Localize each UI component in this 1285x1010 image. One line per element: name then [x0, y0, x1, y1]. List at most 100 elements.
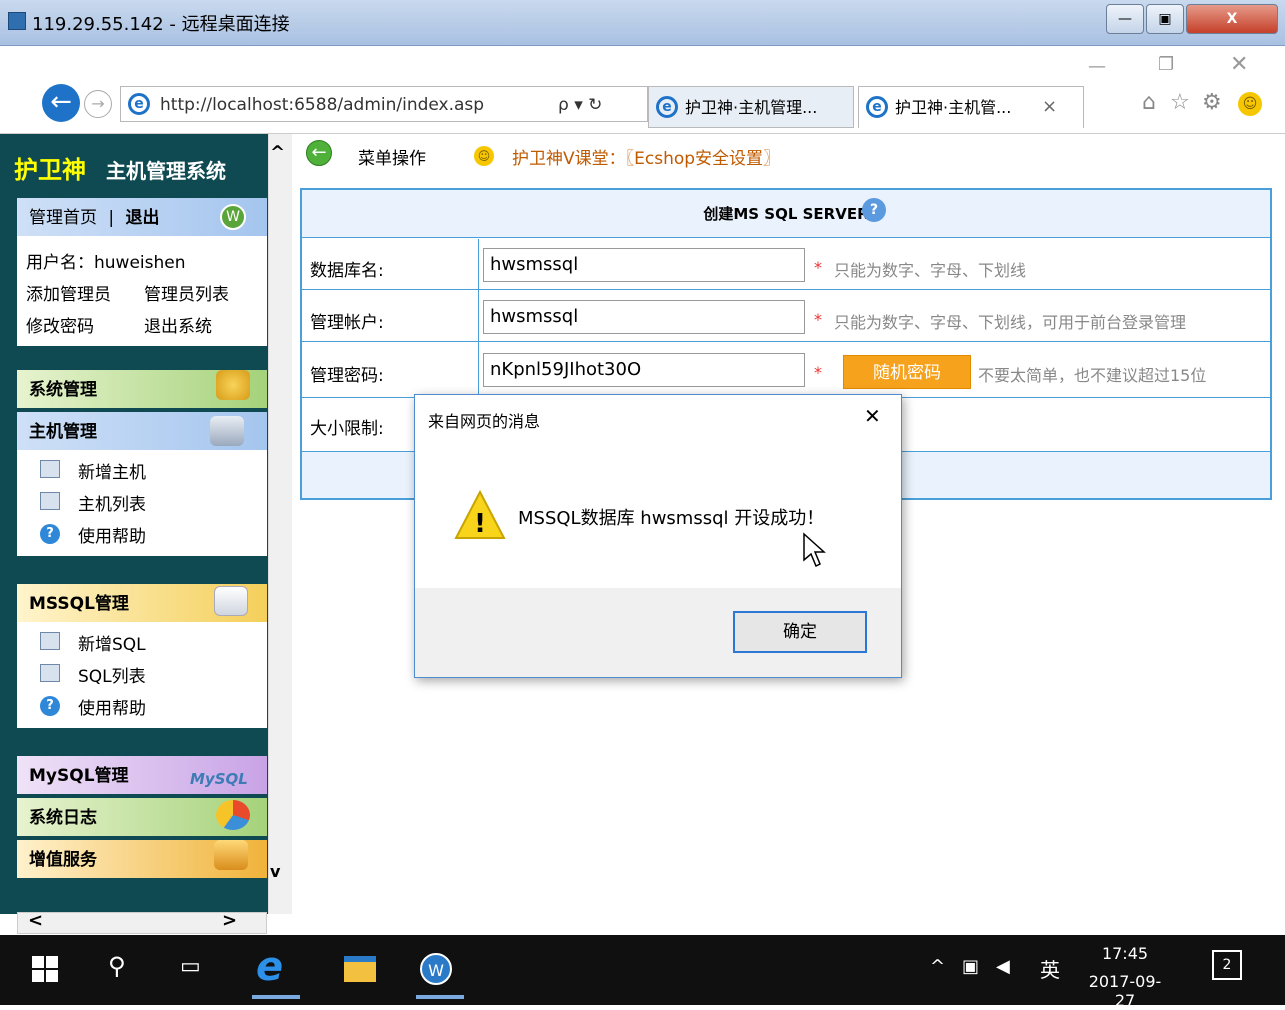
- warning-mark: !: [474, 509, 486, 539]
- tab-close-icon[interactable]: ×: [1042, 96, 1057, 117]
- clock-time[interactable]: 17:45: [1080, 944, 1170, 963]
- close-window-button[interactable]: X: [1186, 4, 1278, 34]
- search-refresh-icon[interactable]: ρ ▾ ↻: [558, 95, 602, 115]
- mysql-logo-icon: MySQL: [190, 770, 248, 788]
- active-app-indicator: [416, 995, 464, 999]
- menu-host-list[interactable]: 主机列表: [78, 490, 146, 515]
- dialog-close-icon[interactable]: ✕: [864, 404, 881, 428]
- settings-gear-icon[interactable]: ⚙: [1202, 90, 1222, 115]
- shield-logo-icon: W: [220, 204, 246, 230]
- add-admin-link[interactable]: 添加管理员: [26, 280, 111, 305]
- logout-link[interactable]: 退出: [126, 208, 160, 228]
- smiley-icon: ☺: [474, 146, 494, 166]
- ie-taskbar-icon[interactable]: e: [256, 944, 283, 990]
- link-separator: |: [108, 208, 115, 228]
- course-link[interactable]: 护卫神V课堂：〖Ecshop安全设置〗: [512, 144, 780, 169]
- notification-count: 2: [1222, 957, 1232, 973]
- ie-page-icon: e: [128, 93, 150, 115]
- menu-add-sql[interactable]: 新增SQL: [78, 630, 146, 655]
- db-name-input[interactable]: hwsmssql: [483, 248, 805, 282]
- database-stack-icon: [214, 586, 248, 616]
- back-green-icon[interactable]: ←: [306, 140, 332, 166]
- back-arrow-icon[interactable]: ←: [42, 84, 80, 122]
- help-icon: ?: [40, 524, 60, 544]
- gears-icon: [216, 370, 250, 400]
- admin-account-input[interactable]: hwsmssql: [483, 300, 805, 334]
- row-divider: [302, 341, 1270, 342]
- admin-password-input[interactable]: nKpnl59JIhot30O: [483, 353, 805, 387]
- row-divider: [302, 289, 1270, 290]
- server-icon: [210, 416, 244, 446]
- browser-minimize-icon[interactable]: —: [1088, 56, 1106, 77]
- db-name-hint: 只能为数字、字母、下划线: [834, 261, 1027, 280]
- forward-arrow-icon[interactable]: →: [84, 90, 112, 118]
- address-url[interactable]: http://localhost:6588/admin/index.asp: [160, 95, 484, 115]
- required-mark: *: [814, 363, 822, 382]
- active-app-indicator: [252, 995, 300, 999]
- task-view-icon[interactable]: ▭: [180, 954, 201, 979]
- menu-sql-help[interactable]: 使用帮助: [78, 694, 146, 719]
- notification-icon[interactable]: 2: [1212, 950, 1242, 980]
- menu-add-host[interactable]: 新增主机: [78, 458, 146, 483]
- windows-start-icon[interactable]: [32, 956, 60, 984]
- user-card-icon: [214, 840, 248, 870]
- label-admin-password: 管理密码:: [310, 366, 384, 386]
- huweishen-app-icon[interactable]: W: [420, 953, 452, 985]
- add-sql-icon: [40, 632, 60, 650]
- tab-label: 护卫神·主机管理...: [685, 98, 818, 117]
- host-list-icon: [40, 492, 60, 510]
- search-icon[interactable]: ⚲: [108, 952, 126, 980]
- password-hint: 不要太简单，也不建议超过15位: [978, 366, 1207, 385]
- exit-system-link[interactable]: 退出系统: [144, 312, 212, 337]
- favorites-star-icon[interactable]: ☆: [1170, 90, 1190, 115]
- label-db-name: 数据库名:: [310, 261, 384, 281]
- tray-expand-icon[interactable]: ^: [930, 956, 945, 977]
- sidebar-vertical-scrollbar[interactable]: [268, 134, 292, 914]
- ie-tab-icon: e: [866, 96, 888, 118]
- maximize-button[interactable]: ▣: [1146, 4, 1184, 34]
- network-icon[interactable]: ▣: [962, 956, 979, 977]
- form-title-text: 创建MS SQL SERVER: [703, 205, 869, 223]
- warning-icon: !: [454, 490, 506, 539]
- smiley-feedback-icon[interactable]: ☺: [1238, 92, 1262, 116]
- tab-host-manage-1[interactable]: 护卫神·主机管理...: [648, 86, 854, 128]
- help-question-icon[interactable]: ?: [862, 198, 886, 222]
- remote-desktop-icon: [8, 12, 26, 30]
- scroll-left-icon[interactable]: <: [28, 910, 43, 931]
- ie-tab-icon: e: [656, 96, 678, 118]
- dialog-message: MSSQL数据库 hwsmssql 开设成功！: [518, 508, 825, 529]
- help-icon: ?: [40, 696, 60, 716]
- username-text: 用户名：huweishen: [26, 253, 186, 273]
- label-size-limit: 大小限制:: [310, 419, 384, 439]
- minimize-button[interactable]: —: [1106, 4, 1144, 34]
- label-admin-account: 管理帐户:: [310, 313, 384, 333]
- scroll-right-icon[interactable]: >: [222, 910, 237, 931]
- volume-muted-icon[interactable]: ◀: [996, 956, 1010, 977]
- pie-chart-icon: [216, 800, 250, 830]
- admin-list-link[interactable]: 管理员列表: [144, 280, 229, 305]
- mouse-cursor-icon: [803, 532, 826, 568]
- file-explorer-icon[interactable]: [344, 956, 376, 982]
- logo-system-name: 主机管理系统: [106, 159, 226, 183]
- menu-sql-list[interactable]: SQL列表: [78, 662, 146, 687]
- required-mark: *: [814, 258, 822, 277]
- browser-restore-icon[interactable]: ❐: [1158, 54, 1174, 75]
- clock-date[interactable]: 2017-09-27: [1080, 972, 1170, 1010]
- browser-close-icon[interactable]: ✕: [1230, 52, 1248, 77]
- admin-account-hint: 只能为数字、字母、下划线，可用于前台登录管理: [834, 313, 1187, 332]
- tab-label: 护卫神·主机管...: [895, 98, 1012, 117]
- random-password-button[interactable]: 随机密码: [843, 355, 971, 389]
- scroll-up-icon[interactable]: ^: [270, 142, 285, 163]
- menu-host-help[interactable]: 使用帮助: [78, 522, 146, 547]
- scroll-down-icon[interactable]: v: [270, 862, 280, 881]
- ime-indicator[interactable]: 英: [1040, 954, 1060, 983]
- sql-list-icon: [40, 664, 60, 682]
- dialog-title: 来自网页的消息: [428, 412, 541, 431]
- logo-brand: 护卫神: [14, 156, 86, 184]
- change-password-link[interactable]: 修改密码: [26, 312, 94, 337]
- home-link[interactable]: 管理首页: [29, 208, 97, 228]
- ok-button[interactable]: 确定: [733, 611, 867, 653]
- rdp-window-title: 119.29.55.142 - 远程桌面连接: [32, 14, 290, 35]
- home-icon[interactable]: ⌂: [1142, 90, 1156, 115]
- menu-operations[interactable]: 菜单操作: [358, 144, 426, 169]
